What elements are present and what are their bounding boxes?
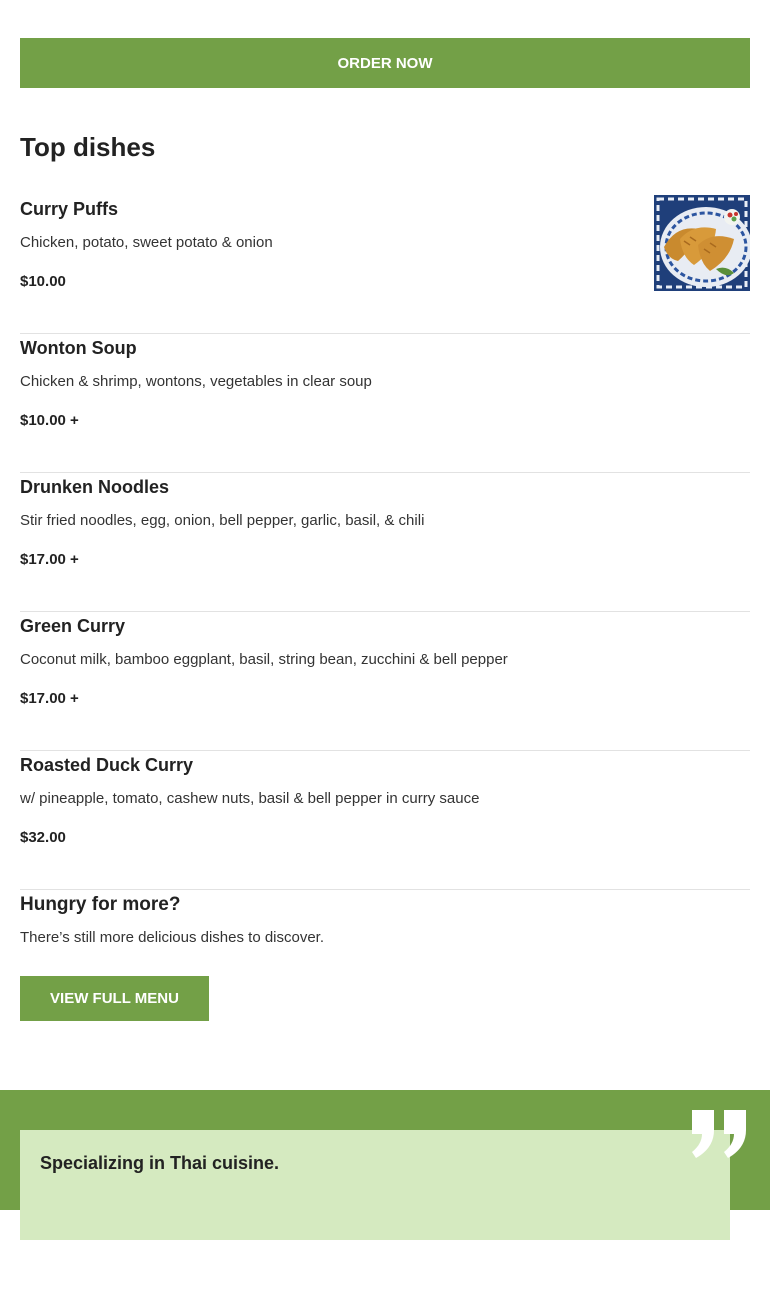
testimonial-text: Specializing in Thai cuisine. <box>40 1153 280 1173</box>
hungry-for-more-heading: Hungry for more? <box>20 894 181 915</box>
quote-icon <box>688 1108 752 1160</box>
dish-price: $17.00 + <box>20 690 79 707</box>
dish-item-green-curry[interactable]: Green Curry Coconut milk, bamboo eggplan… <box>20 612 750 751</box>
dish-price: $10.00 <box>20 273 66 290</box>
dish-price: $17.00 + <box>20 551 79 568</box>
view-full-menu-button[interactable]: VIEW FULL MENU <box>20 976 209 1021</box>
hungry-for-more-text: There’s still more delicious dishes to d… <box>20 929 325 946</box>
order-now-button[interactable]: ORDER NOW <box>20 38 750 88</box>
dish-item-roasted-duck-curry[interactable]: Roasted Duck Curry w/ pineapple, tomato,… <box>20 751 750 890</box>
testimonial-card: Specializing in Thai cuisine. <box>20 1130 730 1240</box>
dish-description: Stir fried noodles, egg, onion, bell pep… <box>20 512 425 529</box>
curry-puffs-photo <box>654 195 750 291</box>
dish-description: Chicken, potato, sweet potato & onion <box>20 234 273 251</box>
dish-name: Wonton Soup <box>20 338 137 358</box>
dish-description: w/ pineapple, tomato, cashew nuts, basil… <box>20 790 480 807</box>
dish-description: Coconut milk, bamboo eggplant, basil, st… <box>20 651 508 668</box>
dish-name: Green Curry <box>20 616 126 636</box>
dish-price: $32.00 <box>20 829 66 846</box>
dish-description: Chicken & shrimp, wontons, vegetables in… <box>20 373 372 390</box>
dish-name: Curry Puffs <box>20 199 119 219</box>
dish-item-wonton-soup[interactable]: Wonton Soup Chicken & shrimp, wontons, v… <box>20 334 750 473</box>
dish-name: Drunken Noodles <box>20 477 170 497</box>
top-dishes-heading: Top dishes <box>20 132 156 162</box>
dish-name: Roasted Duck Curry <box>20 755 194 775</box>
dish-price: $10.00 + <box>20 412 79 429</box>
dish-item-drunken-noodles[interactable]: Drunken Noodles Stir fried noodles, egg,… <box>20 473 750 612</box>
dish-item-curry-puffs[interactable]: Curry Puffs Chicken, potato, sweet potat… <box>20 195 750 334</box>
